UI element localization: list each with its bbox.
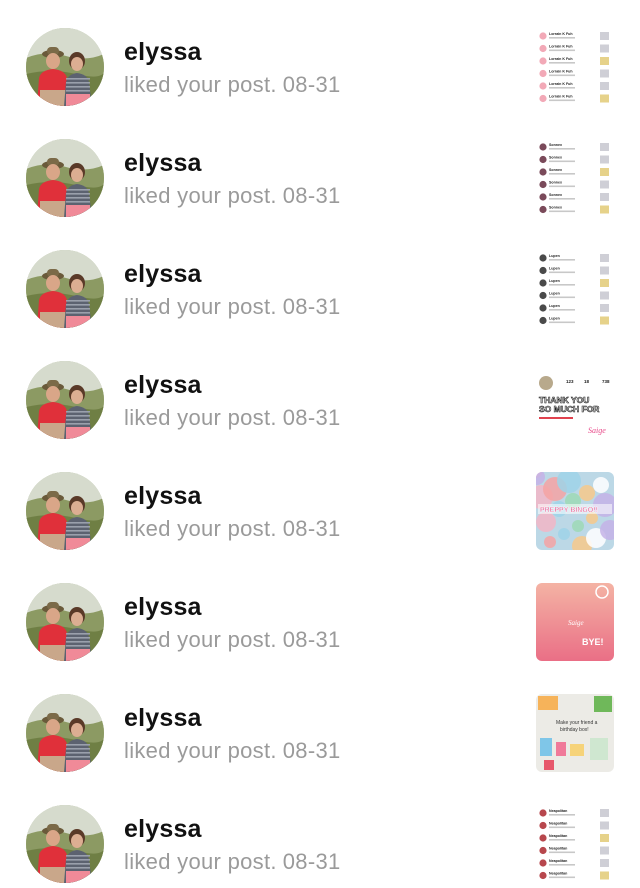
post-thumbnail[interactable]: Neapolitan Neapolitan Neapolitan Neapolitan…	[536, 805, 614, 883]
svg-text:Lupen: Lupen	[549, 254, 560, 258]
post-thumbnail[interactable]: Sonnex Sonnex Sonnex Sonnex Sonnex Sonnex	[536, 139, 614, 217]
notification-date: 08-31	[282, 72, 341, 97]
post-thumbnail[interactable]: PREPPY BINGO!!	[536, 472, 614, 550]
avatar[interactable]	[26, 361, 104, 439]
post-thumbnail[interactable]: 123 18 738 THANK YOU SO MUCH FOR Saige	[536, 361, 614, 439]
svg-text:Neapolitan: Neapolitan	[549, 822, 567, 826]
svg-text:birthday box!: birthday box!	[560, 727, 589, 733]
svg-text:Sonnex: Sonnex	[549, 156, 562, 160]
action-text: liked your post.	[124, 294, 277, 319]
notification-text: liked your post. 08-31	[124, 627, 341, 653]
notification-row[interactable]: elyssa liked your post. 08-31 Sonnex Sonnex S…	[0, 111, 640, 222]
action-text: liked your post.	[124, 405, 277, 430]
svg-text:Sonnex: Sonnex	[549, 193, 562, 197]
svg-text:Lorrain K Fuh: Lorrain K Fuh	[549, 32, 573, 36]
username[interactable]: elyssa	[124, 38, 202, 67]
notification-text: liked your post. 08-31	[124, 738, 341, 764]
username[interactable]: elyssa	[124, 593, 202, 622]
svg-text:Sonnex: Sonnex	[549, 143, 562, 147]
svg-text:Lorrain K Fuh: Lorrain K Fuh	[549, 82, 573, 86]
svg-text:18: 18	[584, 379, 590, 384]
notification-text: liked your post. 08-31	[124, 849, 341, 875]
svg-text:BYE!: BYE!	[582, 637, 604, 647]
notification-row[interactable]: elyssa liked your post. 08-31 Make your fri…	[0, 666, 640, 777]
svg-text:Sonnex: Sonnex	[549, 168, 562, 172]
svg-text:Make your friend a: Make your friend a	[556, 720, 598, 726]
svg-text:Lupen: Lupen	[549, 304, 560, 308]
action-text: liked your post.	[124, 516, 277, 541]
avatar[interactable]	[26, 250, 104, 328]
notification-row[interactable]: elyssa liked your post. 08-31 Saige BYE!	[0, 555, 640, 666]
notification-date: 08-31	[282, 294, 341, 319]
notification-date: 08-31	[282, 183, 341, 208]
svg-text:Lorrain K Fuh: Lorrain K Fuh	[549, 57, 573, 61]
post-thumbnail[interactable]: Saige BYE!	[536, 583, 614, 661]
username[interactable]: elyssa	[124, 482, 202, 511]
notification-text: liked your post. 08-31	[124, 72, 341, 98]
username[interactable]: elyssa	[124, 815, 202, 844]
svg-text:SO MUCH FOR: SO MUCH FOR	[539, 404, 599, 414]
username[interactable]: elyssa	[124, 260, 202, 289]
avatar[interactable]	[26, 805, 104, 883]
notification-date: 08-31	[282, 405, 341, 430]
svg-text:Lorrain K Fuh: Lorrain K Fuh	[549, 95, 573, 99]
action-text: liked your post.	[124, 627, 277, 652]
notification-row[interactable]: elyssa liked your post. 08-31 Lorrain K Fuh…	[0, 0, 640, 111]
svg-text:Sonnex: Sonnex	[549, 181, 562, 185]
action-text: liked your post.	[124, 738, 277, 763]
notification-text: liked your post. 08-31	[124, 183, 341, 209]
notification-date: 08-31	[282, 627, 341, 652]
notification-text: liked your post. 08-31	[124, 516, 341, 542]
svg-text:123: 123	[566, 379, 574, 384]
username[interactable]: elyssa	[124, 704, 202, 733]
notification-row[interactable]: elyssa liked your post. 08-31 123 18 738 THANK…	[0, 333, 640, 444]
notification-date: 08-31	[282, 516, 341, 541]
svg-text:Neapolitan: Neapolitan	[549, 809, 567, 813]
notification-text: liked your post. 08-31	[124, 405, 341, 431]
svg-text:Saige: Saige	[568, 619, 584, 627]
svg-text:Saige: Saige	[588, 426, 606, 435]
svg-text:738: 738	[602, 379, 610, 384]
notification-date: 08-31	[282, 849, 341, 874]
svg-text:Neapolitan: Neapolitan	[549, 847, 567, 851]
notification-date: 08-31	[282, 738, 341, 763]
avatar[interactable]	[26, 583, 104, 661]
svg-text:Neapolitan: Neapolitan	[549, 834, 567, 838]
action-text: liked your post.	[124, 72, 277, 97]
action-text: liked your post.	[124, 183, 277, 208]
avatar[interactable]	[26, 139, 104, 217]
notification-row[interactable]: elyssa liked your post. 08-31 PREPPY BINGO!…	[0, 444, 640, 555]
username[interactable]: elyssa	[124, 149, 202, 178]
avatar[interactable]	[26, 472, 104, 550]
username[interactable]: elyssa	[124, 371, 202, 400]
svg-text:Sonnex: Sonnex	[549, 206, 562, 210]
svg-text:Neapolitan: Neapolitan	[549, 859, 567, 863]
svg-text:Lupen: Lupen	[549, 292, 560, 296]
svg-text:Lupen: Lupen	[549, 317, 560, 321]
notification-row[interactable]: elyssa liked your post. 08-31 Lupen Lupen Lup…	[0, 222, 640, 333]
post-thumbnail[interactable]: Lupen Lupen Lupen Lupen Lupen Lupen	[536, 250, 614, 328]
avatar[interactable]	[26, 28, 104, 106]
post-thumbnail[interactable]: Make your friend a birthday box!	[536, 694, 614, 772]
svg-text:Lorrain K Fuh: Lorrain K Fuh	[549, 70, 573, 74]
action-text: liked your post.	[124, 849, 277, 874]
svg-text:PREPPY BINGO!!: PREPPY BINGO!!	[540, 507, 598, 514]
svg-text:Lupen: Lupen	[549, 279, 560, 283]
svg-text:Lorrain K Fuh: Lorrain K Fuh	[549, 45, 573, 49]
notification-text: liked your post. 08-31	[124, 294, 341, 320]
post-thumbnail[interactable]: Lorrain K Fuh Lorrain K Fuh Lorrain K Fuh L…	[536, 28, 614, 106]
avatar[interactable]	[26, 694, 104, 772]
notification-row[interactable]: elyssa liked your post. 08-31 Neapolitan Nea…	[0, 777, 640, 888]
svg-text:Neapolitan: Neapolitan	[549, 872, 567, 876]
svg-text:Lupen: Lupen	[549, 267, 560, 271]
